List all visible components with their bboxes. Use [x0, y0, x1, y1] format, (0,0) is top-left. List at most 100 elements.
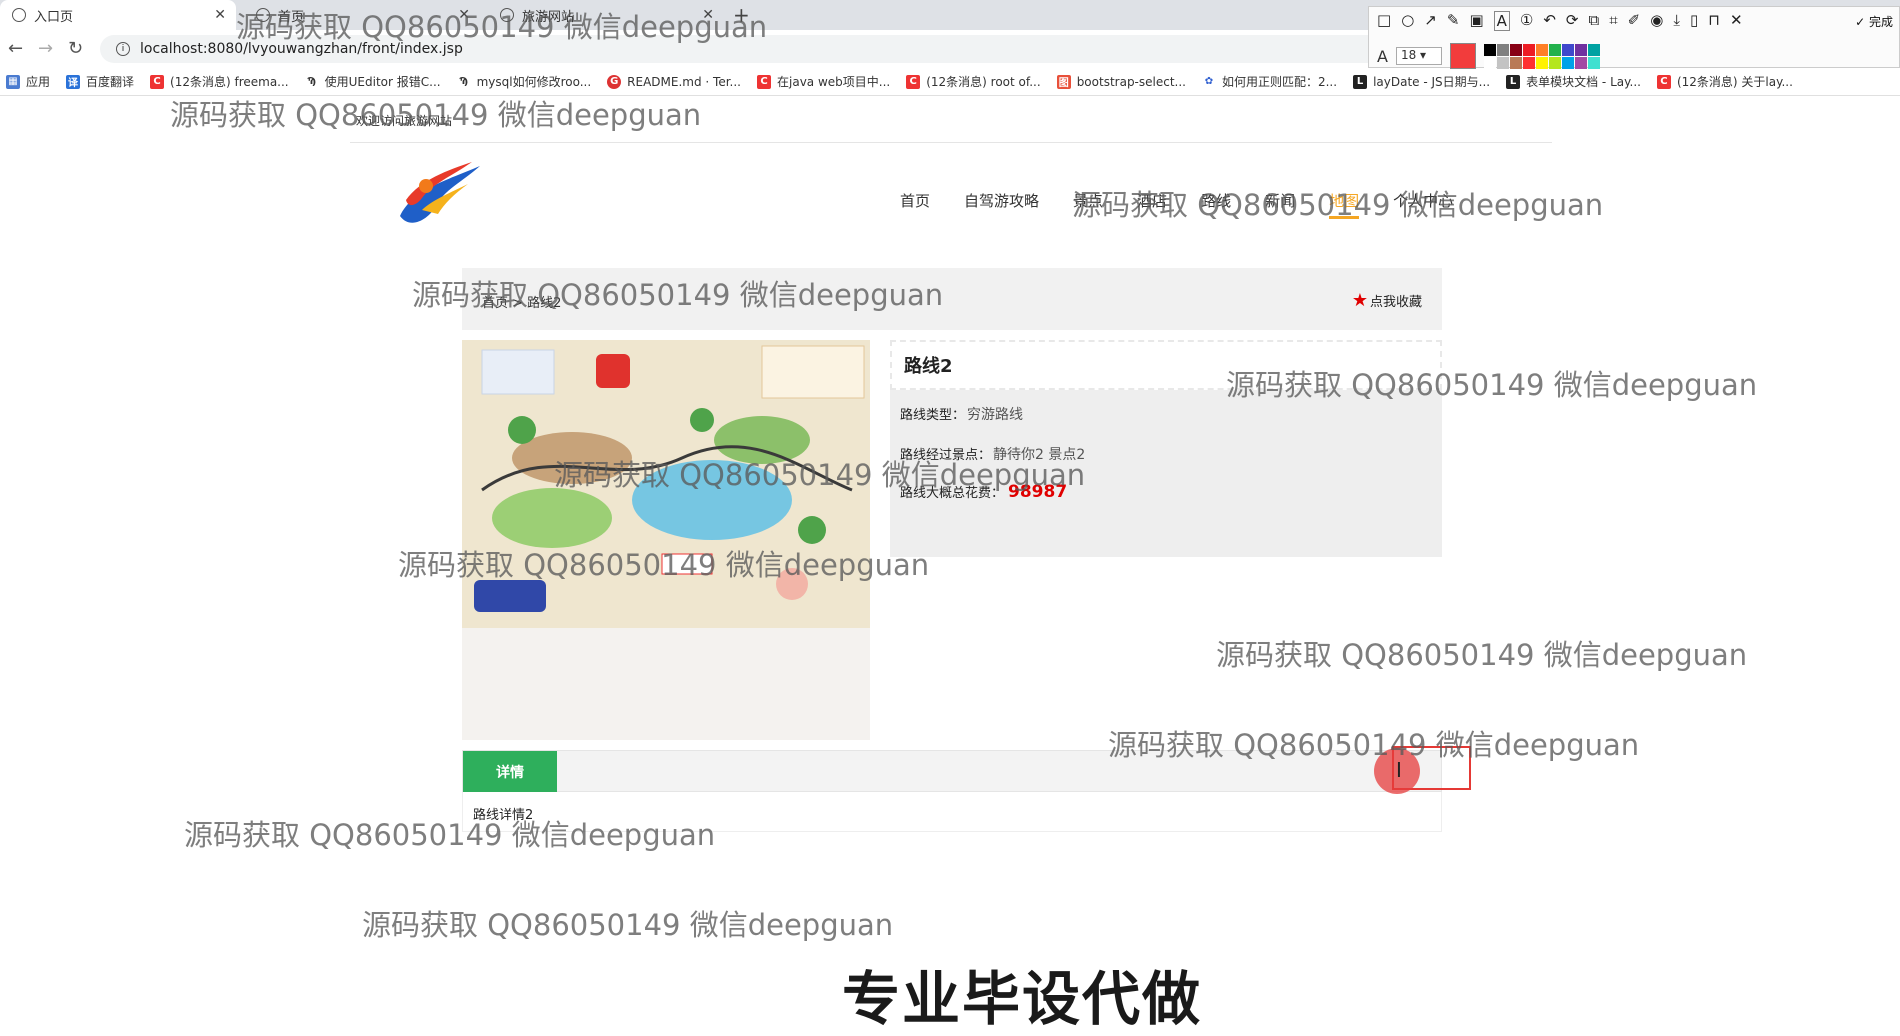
- layui-icon: L: [1353, 74, 1368, 89]
- bookmark-apps[interactable]: ▦ 应用: [6, 73, 50, 90]
- apps-icon: ▦: [6, 74, 20, 89]
- done-button[interactable]: ✓ 完成: [1855, 13, 1893, 30]
- tab-title: 入口页: [34, 9, 74, 25]
- ellipse-tool-icon[interactable]: ○: [1401, 11, 1414, 31]
- baidu-icon: ✿: [1201, 74, 1216, 89]
- color-swatch[interactable]: [1561, 43, 1574, 56]
- nav-self-drive[interactable]: 自驾游攻略: [964, 190, 1039, 219]
- color-swatch[interactable]: [1522, 43, 1535, 56]
- font-size-select[interactable]: 18 ▾: [1395, 47, 1442, 65]
- pen-tool-icon[interactable]: ✎: [1447, 11, 1460, 31]
- bookmark-item[interactable]: Ϡ 使用UEditor 报错C...: [304, 73, 441, 90]
- watermark: 源码获取 QQ86050149 微信deepguan: [1226, 368, 1758, 402]
- download-icon[interactable]: ⤓: [1673, 11, 1680, 31]
- watermark: 源码获取 QQ86050149 微信deepguan: [1108, 728, 1640, 762]
- undo-icon[interactable]: ↶: [1543, 11, 1556, 31]
- color-swatch[interactable]: [1496, 56, 1509, 69]
- color-swatch[interactable]: [1548, 56, 1561, 69]
- bookmark-item[interactable]: LlayDate - JS日期与...: [1353, 73, 1490, 90]
- bookmark-label: (12条消息) root of...: [926, 75, 1041, 89]
- bookmark-item[interactable]: G README.md · Ter...: [607, 74, 741, 89]
- color-swatch[interactable]: [1548, 43, 1561, 56]
- bookmark-label: bootstrap-select...: [1076, 74, 1186, 89]
- color-swatch[interactable]: [1509, 43, 1522, 56]
- forward-icon[interactable]: →: [38, 38, 53, 59]
- csdn-icon: C: [906, 74, 921, 89]
- csdn-icon: C: [1656, 74, 1671, 89]
- phone-icon[interactable]: ▯: [1690, 11, 1698, 31]
- bookmark-label: README.md · Ter...: [627, 74, 741, 89]
- bookmark-item[interactable]: C (12条消息) freema...: [150, 73, 289, 90]
- bookmark-label: 表单模块文档 - Lay...: [1526, 75, 1641, 89]
- number-tool-icon[interactable]: ①: [1520, 11, 1533, 31]
- color-swatch[interactable]: [1535, 43, 1548, 56]
- bookmark-item[interactable]: 图 bootstrap-select...: [1056, 74, 1186, 89]
- color-swatch[interactable]: [1509, 56, 1522, 69]
- watermark: 源码获取 QQ86050149 微信deepguan: [184, 818, 716, 852]
- bookmark-item[interactable]: ✿ 如何用正则匹配：2...: [1201, 73, 1338, 90]
- color-swatch[interactable]: [1587, 43, 1600, 56]
- browser-tab-1[interactable]: 入口页 ✕: [0, 0, 236, 30]
- pin-icon[interactable]: ✐: [1628, 11, 1641, 31]
- watermark: 源码获取 QQ86050149 微信deepguan: [1216, 638, 1748, 672]
- github-icon: G: [607, 74, 622, 89]
- bookmark-label: 使用UEditor 报错C...: [324, 75, 441, 89]
- color-swatch[interactable]: [1574, 56, 1587, 69]
- font-size-value: 18: [1400, 48, 1417, 62]
- tab-detail[interactable]: 详情: [463, 751, 557, 793]
- screenshot-toolbar: □ ○ ↗ ✎ ▣ A ① ↶ ⟳ ⧉ ⌗ ✐ ◉ ⤓ ▯ ⊓ ✕ ✓ 完成 A…: [1368, 6, 1900, 69]
- arrow-tool-icon[interactable]: ↗: [1424, 11, 1437, 31]
- layui-icon: L: [1506, 74, 1521, 89]
- close-icon[interactable]: ✕: [1730, 11, 1743, 31]
- redo-icon[interactable]: ⟳: [1566, 11, 1579, 31]
- bookmark-label: (12条消息) 关于lay...: [1676, 75, 1793, 89]
- bookmark-label: 百度翻译: [86, 75, 135, 89]
- record-icon[interactable]: ◉: [1650, 11, 1663, 31]
- bookmark-item[interactable]: C (12条消息) 关于lay...: [1656, 73, 1793, 90]
- bookmark-label: 如何用正则匹配：2...: [1221, 75, 1338, 89]
- color-swatch[interactable]: [1574, 43, 1587, 56]
- watermark: 源码获取 QQ86050149 微信deepguan: [554, 458, 1086, 492]
- bookmark-item[interactable]: C 在java web项目中...: [757, 73, 890, 90]
- color-swatch[interactable]: [1483, 43, 1496, 56]
- rectangle-tool-icon[interactable]: □: [1377, 11, 1391, 31]
- close-icon[interactable]: ✕: [214, 7, 226, 23]
- color-swatch[interactable]: [1483, 56, 1496, 69]
- star-icon: ★: [1351, 290, 1368, 311]
- csdn-icon: C: [150, 74, 165, 89]
- bookmark-item[interactable]: 译百度翻译: [66, 73, 134, 90]
- reload-icon[interactable]: ↻: [68, 38, 83, 59]
- mosaic-tool-icon[interactable]: ▣: [1469, 11, 1483, 31]
- bookmark-icon: Ϡ: [304, 74, 319, 89]
- text-tool-icon[interactable]: A: [1493, 11, 1510, 31]
- color-swatch[interactable]: [1561, 56, 1574, 69]
- color-swatch[interactable]: [1522, 56, 1535, 69]
- header-divider: [350, 142, 1552, 143]
- color-palette[interactable]: [1483, 43, 1600, 69]
- watermark: 源码获取 QQ86050149 微信deepguan: [412, 278, 944, 312]
- route-type-value: 穷游路线: [967, 407, 1024, 423]
- route-type-row: 路线类型： 穷游路线: [900, 404, 1023, 424]
- site-logo[interactable]: [392, 160, 484, 232]
- color-swatch[interactable]: [1587, 56, 1600, 69]
- color-swatch[interactable]: [1535, 56, 1548, 69]
- favorite-button[interactable]: ★ 点我收藏: [1352, 290, 1422, 311]
- copy-icon[interactable]: ⧉: [1589, 11, 1600, 31]
- bookmark-icon[interactable]: ⊓: [1708, 11, 1720, 31]
- globe-icon: [12, 8, 26, 22]
- crop-icon[interactable]: ⌗: [1609, 11, 1617, 31]
- bookmark-icon: Ϡ: [456, 74, 471, 89]
- csdn-icon: C: [757, 74, 771, 89]
- back-icon[interactable]: ←: [8, 38, 23, 59]
- nav-home[interactable]: 首页: [900, 190, 930, 219]
- bootstrap-icon: 图: [1056, 74, 1071, 89]
- watermark: 源码获取 QQ86050149 微信deepguan: [236, 10, 768, 44]
- bookmark-item[interactable]: Ϡmysql如何修改roo...: [456, 73, 591, 90]
- bookmark-label: 应用: [26, 75, 51, 89]
- info-icon[interactable]: i: [116, 42, 130, 56]
- bookmark-item[interactable]: L 表单模块文档 - Lay...: [1506, 73, 1641, 90]
- current-color-swatch[interactable]: [1449, 43, 1476, 69]
- color-swatch[interactable]: [1496, 43, 1509, 56]
- promo-caption: 专业毕设代做: [842, 965, 1203, 1033]
- bookmark-item[interactable]: C (12条消息) root of...: [906, 73, 1041, 90]
